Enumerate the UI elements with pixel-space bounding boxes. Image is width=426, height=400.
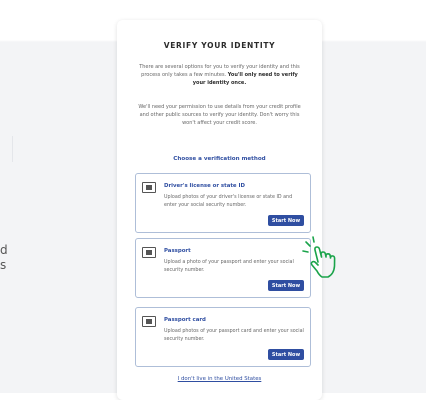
option-title: Passport xyxy=(164,248,191,254)
left-text-fragment: s xyxy=(0,258,7,272)
left-edge-divider xyxy=(0,136,13,162)
choose-method-heading: Choose a verification method xyxy=(173,156,266,162)
id-card-icon xyxy=(142,182,156,193)
hand-pointer-icon xyxy=(302,236,336,278)
left-text-fragment: d xyxy=(0,243,8,257)
page-title: VERIFY YOUR IDENTITY xyxy=(163,41,276,50)
option-title: Passport card xyxy=(164,317,206,323)
verify-identity-card: VERIFY YOUR IDENTITY There are several o… xyxy=(117,20,322,400)
passport-card-icon xyxy=(142,316,156,327)
start-now-button[interactable]: Start Now xyxy=(268,215,304,226)
option-passport-card[interactable]: Passport card Upload photos of your pass… xyxy=(135,307,311,367)
option-description: Upload photos of your passport card and … xyxy=(164,329,304,342)
option-description: Upload a photo of your passport and ente… xyxy=(164,260,294,273)
option-description: Upload photos of your driver's license o… xyxy=(164,195,293,208)
not-in-us-link[interactable]: I don't live in the United States xyxy=(117,376,322,382)
start-now-button[interactable]: Start Now xyxy=(268,280,304,291)
intro-text: There are several options for you to ver… xyxy=(139,63,300,87)
option-title: Driver's license or state ID xyxy=(164,183,245,189)
permission-text: We'll need your permission to use detail… xyxy=(138,104,301,126)
option-drivers-license[interactable]: Driver's license or state ID Upload phot… xyxy=(135,173,311,233)
option-passport[interactable]: Passport Upload a photo of your passport… xyxy=(135,238,311,298)
passport-icon xyxy=(142,247,156,258)
start-now-button[interactable]: Start Now xyxy=(268,349,304,360)
